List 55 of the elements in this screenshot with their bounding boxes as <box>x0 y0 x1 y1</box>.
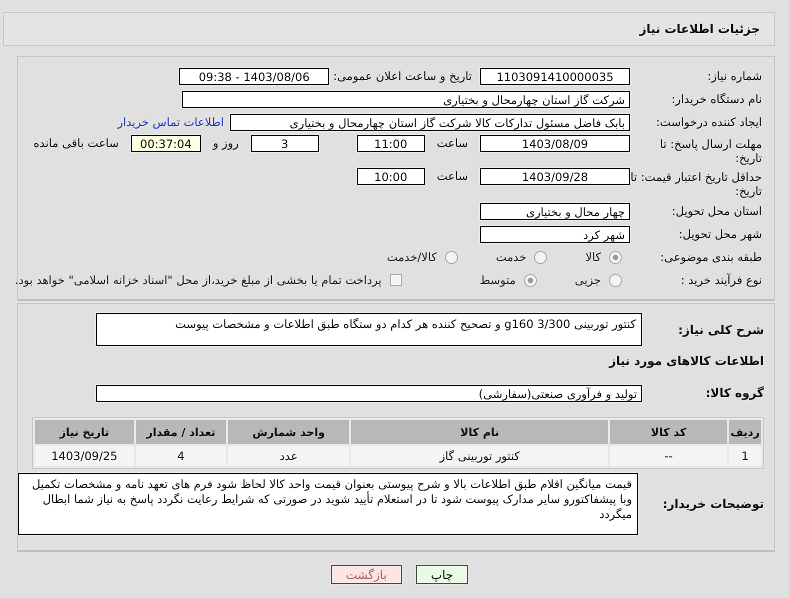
field-label: ساعت باقی مانده <box>34 135 119 150</box>
field-label: ایجاد کننده درخواست: <box>655 115 763 129</box>
field-label: طبقه بندی موضوعی: <box>659 250 763 264</box>
table-cell: 4 <box>136 446 226 466</box>
field-label: نام دستگاه خریدار: <box>670 92 763 106</box>
deadline-time-field[interactable]: 11:00 <box>356 135 425 152</box>
table-cell: 1 <box>729 446 761 466</box>
column-header: تاریخ نیاز <box>35 420 134 444</box>
requester-field[interactable]: بابک فاضل مسئول تدارکات کالا شرکت گاز استان چهارمحال و بختیاری <box>230 114 630 130</box>
summary-field[interactable]: کنتور توربینی g160 3/300 و تصحیح کننده هر کدام دو ستگاه طبق اطلاعات و مشخصات پیوست <box>96 313 642 346</box>
field-label: ساعت <box>436 135 468 150</box>
back-button[interactable]: بازگشت <box>330 565 402 584</box>
field-label: مهلت ارسال پاسخ: تا تاریخ: <box>658 136 763 165</box>
contact-link[interactable]: اطلاعات تماس خریدار <box>117 115 224 129</box>
table-cell: عدد <box>228 446 350 466</box>
need-number-field[interactable]: 1103091410000035 <box>480 68 630 84</box>
field-label: شرح کلی نیاز: <box>677 322 765 336</box>
field-label: گروه کالا: <box>704 386 765 400</box>
column-header: کد کالا <box>610 420 728 444</box>
validity-date-field[interactable]: 1403/09/28 <box>480 168 630 185</box>
field-label: حداقل تاریخ اعتبار قیمت: تا تاریخ: <box>630 169 763 198</box>
column-header: ردیف <box>729 420 761 444</box>
page-title: جزئیات اطلاعات نیاز <box>639 22 760 36</box>
field-label: توضیحات خریدار: <box>662 497 765 511</box>
field-label: نوع فرآیند خرید : <box>680 273 763 287</box>
category-radio[interactable]: خدمت <box>496 250 548 264</box>
goods-group-field[interactable]: تولید و فرآوری صنعتی(سفارشی) <box>96 384 642 402</box>
process-radio[interactable]: جزیی <box>574 273 622 287</box>
process-radio[interactable]: متوسط <box>480 273 537 287</box>
field-label: ساعت <box>436 168 468 183</box>
treasury-checkbox[interactable]: پرداخت تمام یا بخشی از مبلغ خرید،از محل "اسناد خزانه اسلامی" خواهد بود. <box>14 273 402 287</box>
category-radio[interactable]: کالا <box>585 250 622 264</box>
city-field[interactable]: شهر کرد <box>480 226 630 242</box>
field-label: شماره نیاز: <box>706 69 763 83</box>
days-field[interactable]: 3 <box>250 135 319 152</box>
table-cell: 1403/09/25 <box>35 446 134 466</box>
print-button[interactable]: چاپ <box>416 565 468 584</box>
validity-time-field[interactable]: 10:00 <box>356 168 425 185</box>
column-header: واحد شمارش <box>228 420 350 444</box>
buyer-org-field[interactable]: شرکت گاز استان چهارمحال و بختیاری <box>182 90 630 108</box>
field-label: شهر محل تحویل: <box>678 227 763 241</box>
column-header: تعداد / مقدار <box>136 420 226 444</box>
table-cell: -- <box>610 446 728 466</box>
field-label: تاریخ و ساعت اعلان عمومی: <box>333 69 472 83</box>
table-cell: کنتور توربینی گاز <box>351 446 608 466</box>
field-label: استان محل تحویل: <box>670 204 763 218</box>
buyer-notes-field[interactable]: قیمت میانگین اقلام طبق اطلاعات بالا و شرح پیوستی بعنوان قیمت واحد کالا لحاظ شود فرم های تعهد نامه و مشخصات تکمیل وبا پیشفاکتورو سایر مدارک پیوست شود تا در استعلام تأیید شوید در صورتی که شرایط رعایت نگردد پاسخ به نیاز شما ابطال میگردد <box>18 473 638 535</box>
province-field[interactable]: چهار محال و بختیاری <box>480 202 630 220</box>
section-title: اطلاعات کالاهای مورد نیاز <box>609 354 765 368</box>
announce-date-field[interactable]: 1403/08/06 - 09:38 <box>179 68 330 84</box>
field-label: روز و <box>212 135 239 150</box>
category-radio[interactable]: کالا/خدمت <box>386 250 458 264</box>
remaining-time-field[interactable]: 00:37:04 <box>130 135 201 152</box>
deadline-date-field[interactable]: 1403/08/09 <box>480 135 630 152</box>
column-header: نام کالا <box>351 420 608 444</box>
